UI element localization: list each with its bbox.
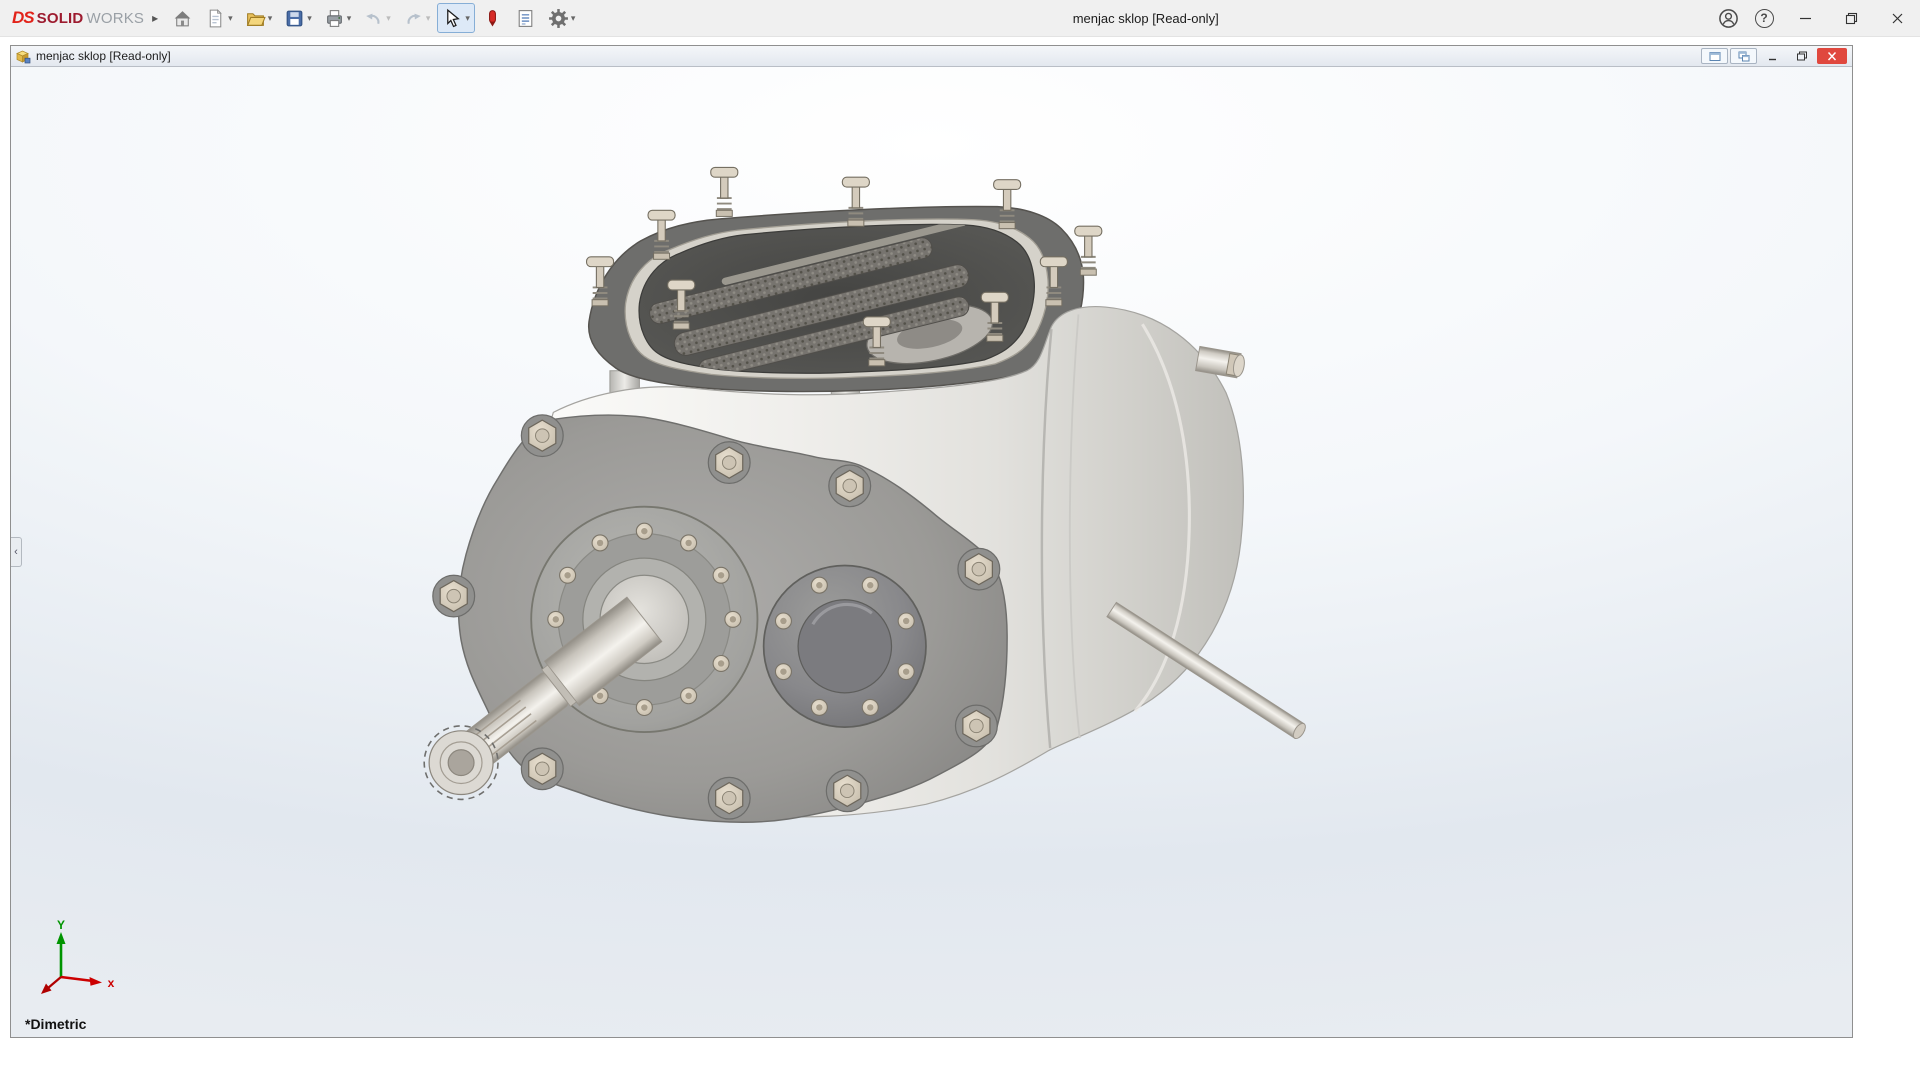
quick-access-toolbar: ▾ ▾ ▾ ▾ ▾ ▾ ▾ ▾ xyxy=(166,0,581,36)
panel-collapse-icon: ‹ xyxy=(14,546,18,558)
titlebar-right-controls: ? xyxy=(1710,0,1920,36)
app-close-button[interactable] xyxy=(1874,0,1920,37)
dropdown-arrow-icon[interactable]: ▾ xyxy=(571,13,576,23)
restore-window-icon xyxy=(1845,12,1857,24)
file-properties-icon xyxy=(518,9,533,27)
app-minimize-button[interactable] xyxy=(1782,0,1828,37)
graphics-viewport[interactable]: Y x *Dimetric ‹ xyxy=(11,67,1852,1037)
doc-restore-button[interactable] xyxy=(1788,48,1815,64)
select-tool-button[interactable]: ▾ xyxy=(437,3,475,33)
close-icon xyxy=(1827,51,1837,61)
app-restore-button[interactable] xyxy=(1828,0,1874,37)
open-folder-icon xyxy=(246,12,266,26)
doc-minimize-button[interactable] xyxy=(1759,48,1786,64)
help-icon: ? xyxy=(1754,8,1774,28)
help-button[interactable]: ? xyxy=(1746,3,1782,33)
brand-name-bold: SOLID xyxy=(36,10,84,27)
dropdown-arrow-icon[interactable]: ▾ xyxy=(465,13,470,23)
dropdown-arrow-icon[interactable]: ▾ xyxy=(386,13,391,23)
dropdown-arrow-icon[interactable]: ▾ xyxy=(228,13,233,23)
user-account-icon xyxy=(1718,8,1738,28)
document-title: menjac sklop [Read-only] xyxy=(36,49,171,63)
tile-windows-icon xyxy=(1738,51,1749,61)
document-window-controls xyxy=(1701,48,1849,64)
assembly-document-icon xyxy=(15,49,31,64)
new-window-button[interactable] xyxy=(1701,48,1728,64)
save-icon xyxy=(286,10,303,26)
home-icon xyxy=(174,10,191,26)
gear-icon xyxy=(548,8,568,28)
app-window-title: menjac sklop [Read-only] xyxy=(1072,10,1219,26)
minimize-icon xyxy=(1799,17,1811,19)
new-document-icon xyxy=(209,8,222,27)
redo-button[interactable]: ▾ xyxy=(398,3,436,33)
home-button[interactable] xyxy=(167,3,198,33)
print-button[interactable]: ▾ xyxy=(319,3,357,33)
tile-windows-button[interactable] xyxy=(1730,48,1757,64)
ds-logo-icon: DS xyxy=(12,8,35,27)
undo-button[interactable]: ▾ xyxy=(358,3,396,33)
axis-y-label: Y xyxy=(57,919,65,932)
save-button[interactable]: ▾ xyxy=(279,3,317,33)
orientation-triad: Y x xyxy=(41,919,115,994)
undo-icon xyxy=(366,13,380,24)
options-button[interactable]: ▾ xyxy=(543,3,581,33)
dropdown-arrow-icon[interactable]: ▾ xyxy=(307,13,312,23)
document-titlebar[interactable]: menjac sklop [Read-only] xyxy=(11,46,1852,67)
new-document-button[interactable]: ▾ xyxy=(200,3,238,33)
open-button[interactable]: ▾ xyxy=(240,3,278,33)
panel-expand-arrow[interactable]: ‹ xyxy=(11,537,22,567)
help-glyph: ? xyxy=(1760,11,1768,25)
pen-tool-button[interactable] xyxy=(477,3,508,33)
file-properties-button[interactable] xyxy=(510,3,541,33)
dropdown-arrow-icon[interactable]: ▾ xyxy=(426,13,431,23)
axis-x-label: x xyxy=(108,976,115,990)
minimize-icon xyxy=(1768,58,1776,60)
brand-name-light: WORKS xyxy=(86,10,145,27)
redo-icon xyxy=(407,13,421,24)
toolbar-expand-arrow-icon[interactable]: ▸ xyxy=(150,0,166,36)
gearbox-model[interactable] xyxy=(11,67,1852,1037)
document-window: menjac sklop [Read-only] Y x *Dimetric ‹ xyxy=(10,45,1853,1038)
print-icon xyxy=(326,9,342,27)
pen-icon xyxy=(488,9,496,26)
select-cursor-icon xyxy=(447,8,461,27)
app-titlebar: DS SOLID WORKS ▸ ▾ ▾ ▾ ▾ ▾ ▾ ▾ ▾ menjac … xyxy=(0,0,1920,37)
user-account-button[interactable] xyxy=(1710,3,1746,33)
close-icon xyxy=(1892,13,1902,23)
restore-window-icon xyxy=(1796,51,1807,60)
view-orientation-label: *Dimetric xyxy=(25,1016,87,1032)
dropdown-arrow-icon[interactable]: ▾ xyxy=(268,13,273,23)
new-window-icon xyxy=(1709,51,1720,61)
side-cover[interactable] xyxy=(762,564,927,728)
doc-close-button[interactable] xyxy=(1817,48,1847,64)
dropdown-arrow-icon[interactable]: ▾ xyxy=(347,13,352,23)
solidworks-logo: DS SOLID WORKS xyxy=(0,8,150,28)
